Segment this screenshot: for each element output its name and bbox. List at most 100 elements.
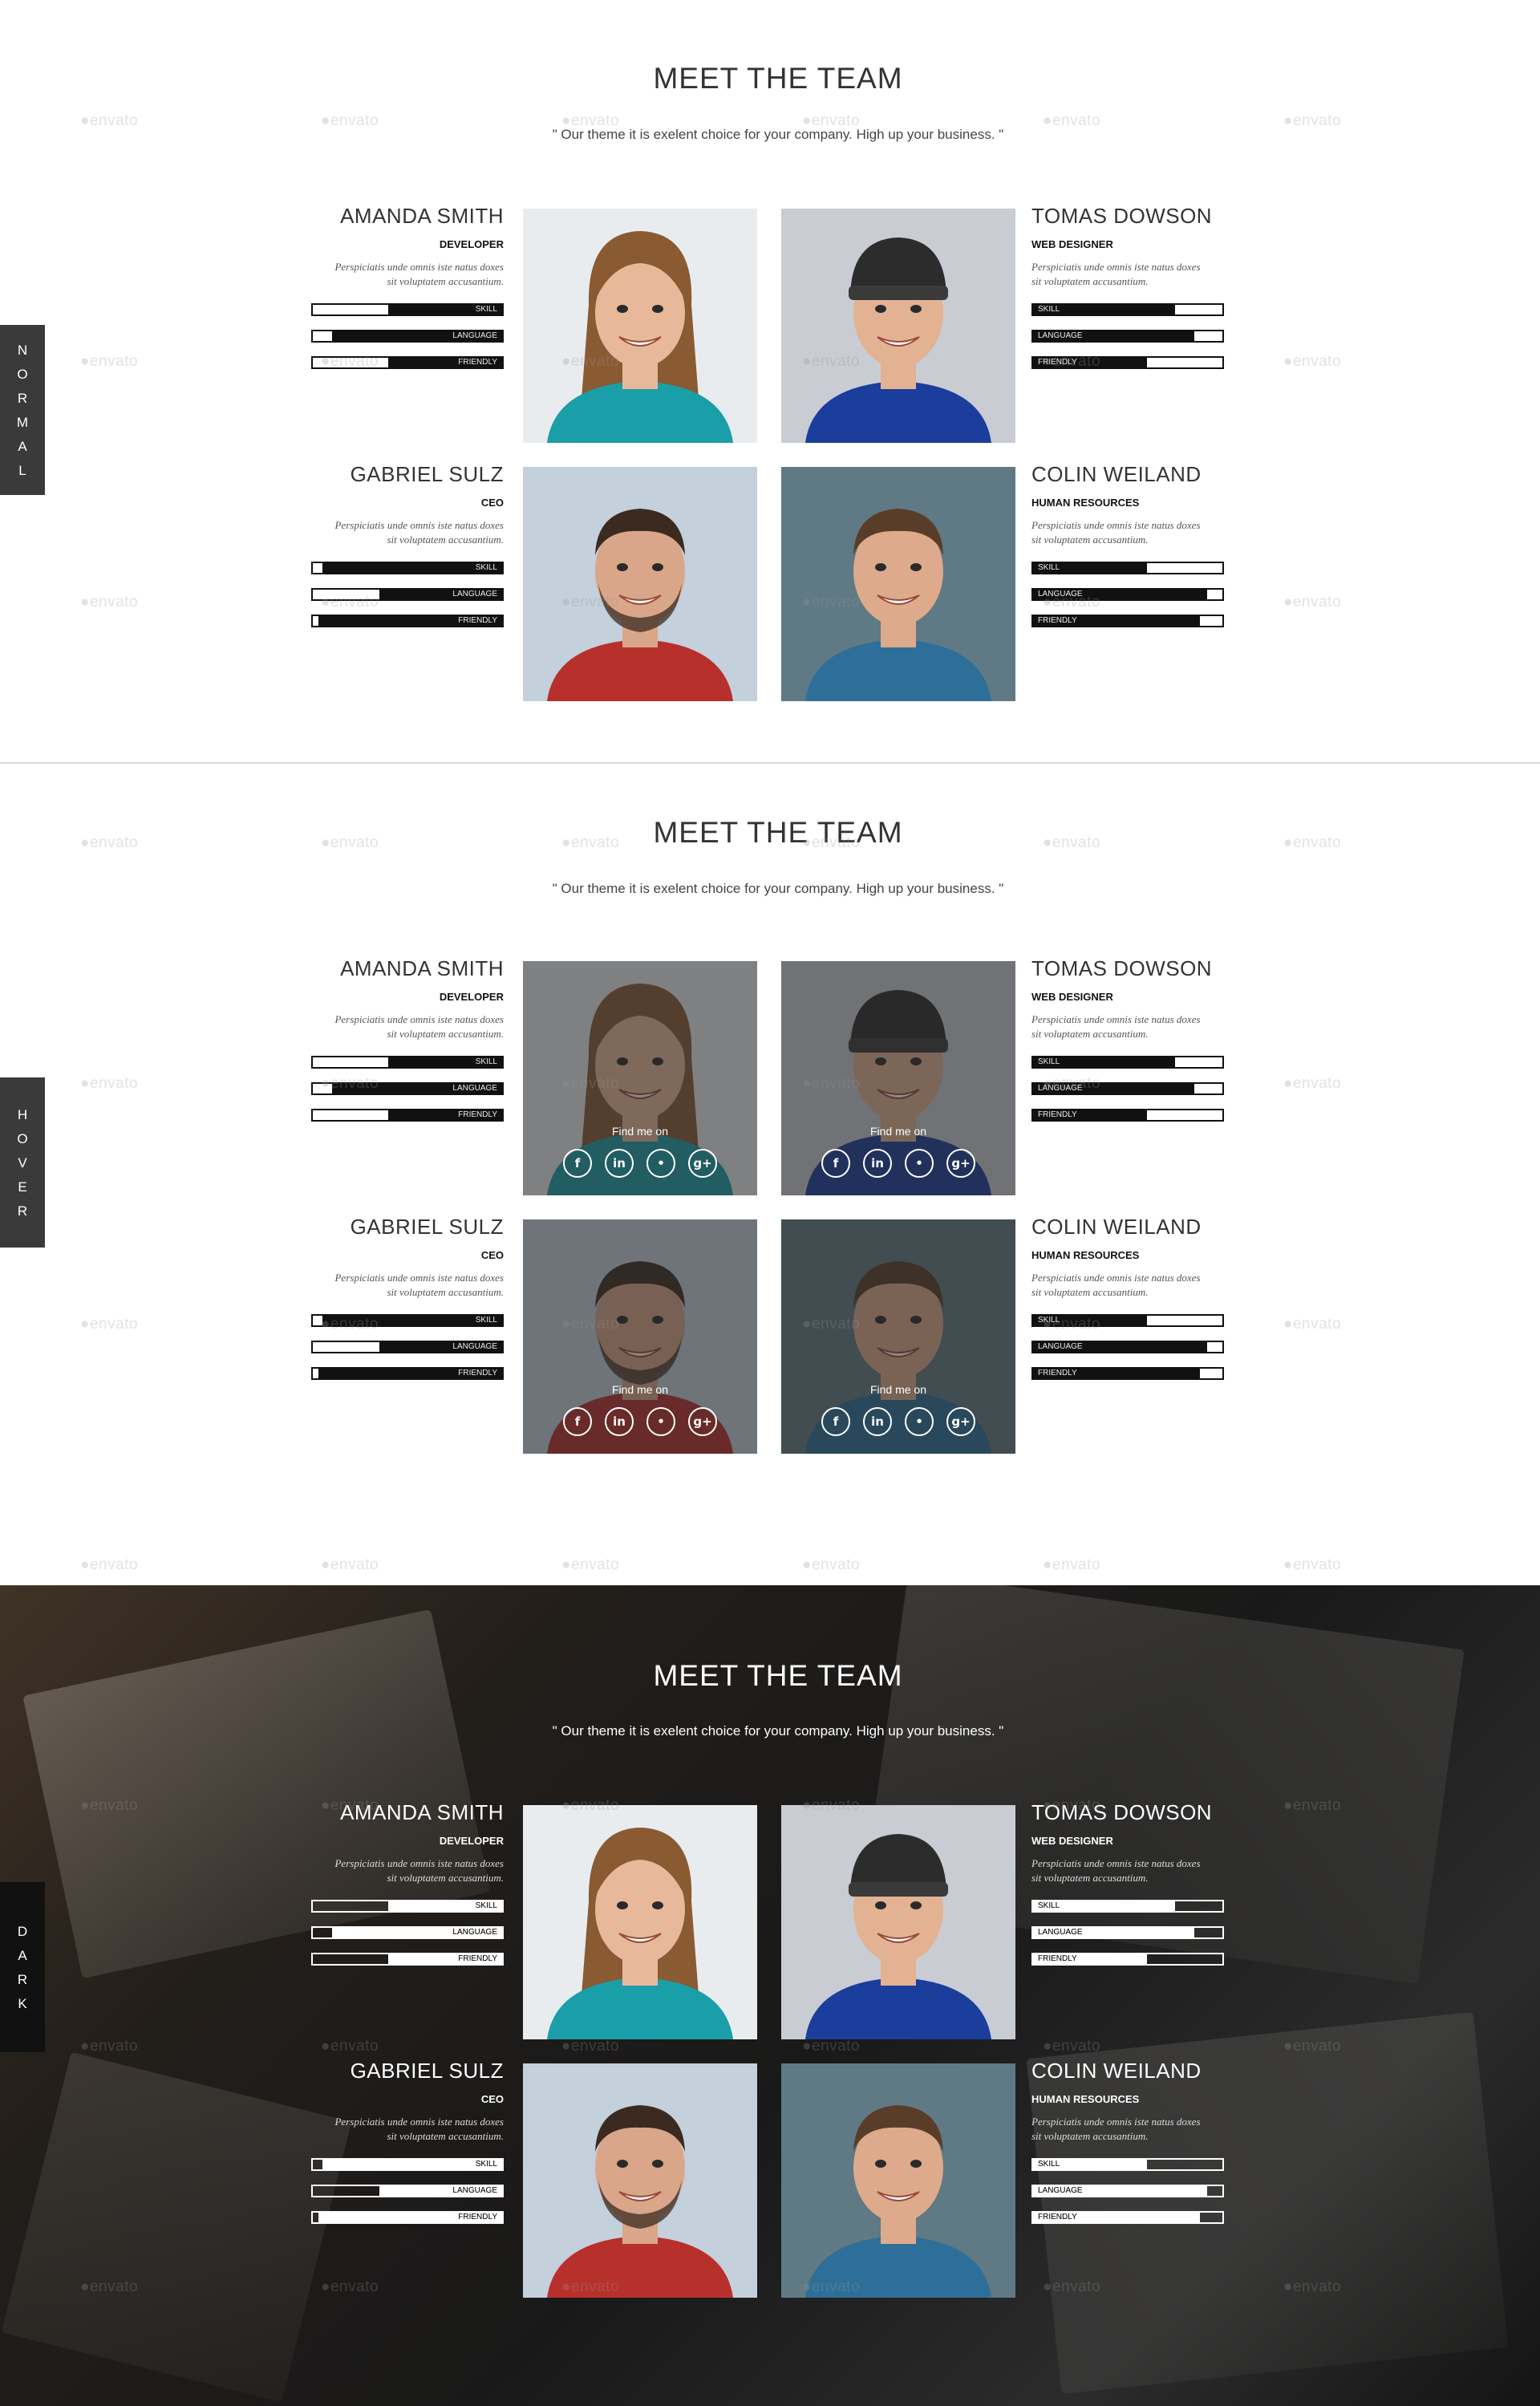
social-links: f in • g+	[821, 1407, 975, 1436]
skill-bar-label: FRIENDLY	[1038, 616, 1077, 625]
skill-bar-language: LANGUAGE	[311, 330, 504, 343]
skill-bar-friendly: FRIENDLY	[1031, 356, 1224, 369]
member-description: Perspiciatis unde omnis iste natus doxes…	[1031, 1857, 1201, 1884]
member-info: COLIN WEILAND HUMAN RESOURCES Perspiciat…	[1031, 1215, 1224, 1394]
skill-bars: SKILL LANGUAGE FRIENDLY	[1031, 1056, 1224, 1122]
member-name: GABRIEL SULZ	[350, 1215, 504, 1239]
tab-letter: A	[18, 1947, 27, 1963]
skill-bar-label: FRIENDLY	[1038, 358, 1077, 367]
skill-bar-label: LANGUAGE	[452, 1342, 497, 1351]
google-plus-icon[interactable]: g+	[688, 1407, 717, 1436]
skill-bar-label: FRIENDLY	[458, 1110, 497, 1119]
member-role: CEO	[480, 497, 504, 509]
portrait-illustration	[523, 209, 757, 443]
skill-bar-label: LANGUAGE	[452, 1928, 497, 1937]
skill-bar-skill: SKILL	[1031, 562, 1224, 574]
member-photo	[523, 209, 757, 443]
skill-bar-label: LANGUAGE	[1038, 2186, 1083, 2195]
member-name: COLIN WEILAND	[1031, 2059, 1202, 2083]
photo-hover-overlay: Find me on f in • g+	[781, 961, 1015, 1195]
member-role: HUMAN RESOURCES	[1031, 1249, 1140, 1261]
skill-bar-skill: SKILL	[311, 562, 504, 574]
skill-bar-skill: SKILL	[1031, 1314, 1224, 1327]
skill-bar-skill: SKILL	[1031, 1056, 1224, 1069]
tab-dark[interactable]: DARK	[0, 1882, 45, 2052]
tab-letter: V	[18, 1154, 27, 1171]
skill-bar-label: SKILL	[475, 1901, 497, 1910]
tab-letter: H	[17, 1106, 28, 1122]
member-photo	[523, 2063, 757, 2298]
member-role: HUMAN RESOURCES	[1031, 497, 1140, 509]
skill-bars: SKILL LANGUAGE FRIENDLY	[1031, 1314, 1224, 1380]
skill-bar-label: FRIENDLY	[458, 1369, 497, 1377]
tab-normal[interactable]: NORMAL	[0, 325, 45, 495]
skill-bar-label: LANGUAGE	[452, 1084, 497, 1093]
section-title: MEET THE TEAM	[653, 1659, 903, 1692]
tab-letter: N	[17, 342, 28, 358]
skill-bar-label: SKILL	[1038, 1901, 1060, 1910]
skill-bar-label: LANGUAGE	[452, 2186, 497, 2195]
member-photo[interactable]: Find me on f in • g+	[781, 1219, 1015, 1454]
tab-hover[interactable]: HOVER	[0, 1077, 45, 1248]
skill-bars: SKILL LANGUAGE FRIENDLY	[311, 562, 504, 627]
linkedin-icon[interactable]: in	[605, 1149, 634, 1178]
section-dark: MEET THE TEAM " Our theme it is exelent …	[0, 1585, 1540, 2406]
linkedin-icon[interactable]: in	[605, 1407, 634, 1436]
skill-bar-label: SKILL	[1038, 2160, 1060, 2169]
member-info: AMANDA SMITH DEVELOPER Perspiciatis unde…	[311, 1800, 504, 1979]
skill-bar-label: SKILL	[475, 1057, 497, 1066]
twitter-icon[interactable]: •	[646, 1407, 675, 1436]
facebook-icon[interactable]: f	[563, 1407, 592, 1436]
google-plus-icon[interactable]: g+	[946, 1149, 975, 1178]
tab-letter: R	[17, 390, 28, 406]
skill-bar-label: FRIENDLY	[1038, 1954, 1077, 1963]
section-title: MEET THE TEAM	[653, 816, 903, 849]
skill-bar-skill: SKILL	[1031, 2158, 1224, 2171]
member-photo[interactable]: Find me on f in • g+	[781, 961, 1015, 1195]
photo-hover-overlay: Find me on f in • g+	[523, 1219, 757, 1454]
google-plus-icon[interactable]: g+	[688, 1149, 717, 1178]
member-role: DEVELOPER	[439, 991, 504, 1003]
skill-bars: SKILL LANGUAGE FRIENDLY	[311, 1900, 504, 1966]
member-description: Perspiciatis unde omnis iste natus doxes…	[1031, 519, 1201, 546]
skill-bar-friendly: FRIENDLY	[1031, 2211, 1224, 2224]
member-description: Perspiciatis unde omnis iste natus doxes…	[334, 1013, 504, 1040]
skill-bar-skill: SKILL	[311, 303, 504, 316]
linkedin-icon[interactable]: in	[863, 1407, 892, 1436]
member-info: AMANDA SMITH DEVELOPER Perspiciatis unde…	[311, 204, 504, 383]
facebook-icon[interactable]: f	[821, 1149, 850, 1178]
tab-letter: R	[17, 1971, 28, 1987]
facebook-icon[interactable]: f	[821, 1407, 850, 1436]
member-role: DEVELOPER	[439, 1835, 504, 1847]
section-hover: MEET THE TEAM " Our theme it is exelent …	[0, 764, 1540, 1585]
skill-bar-language: LANGUAGE	[311, 1341, 504, 1353]
member-name: AMANDA SMITH	[340, 1800, 504, 1824]
tab-letter: R	[17, 1203, 28, 1219]
skill-bar-label: SKILL	[475, 305, 497, 314]
section-subtitle: " Our theme it is exelent choice for you…	[552, 881, 1004, 896]
facebook-icon[interactable]: f	[563, 1149, 592, 1178]
skill-bar-skill: SKILL	[311, 1056, 504, 1069]
skill-bars: SKILL LANGUAGE FRIENDLY	[1031, 303, 1224, 369]
member-name: TOMAS DOWSON	[1031, 1800, 1213, 1824]
member-info: AMANDA SMITH DEVELOPER Perspiciatis unde…	[311, 956, 504, 1135]
skill-bar-label: FRIENDLY	[458, 2213, 497, 2221]
linkedin-icon[interactable]: in	[863, 1149, 892, 1178]
member-photo[interactable]: Find me on f in • g+	[523, 961, 757, 1195]
skill-bar-language: LANGUAGE	[1031, 2185, 1224, 2197]
skill-bar-language: LANGUAGE	[1031, 588, 1224, 601]
twitter-icon[interactable]: •	[905, 1149, 934, 1178]
portrait-illustration	[523, 1805, 757, 2039]
member-role: HUMAN RESOURCES	[1031, 2093, 1140, 2105]
twitter-icon[interactable]: •	[646, 1149, 675, 1178]
skill-bar-language: LANGUAGE	[311, 1926, 504, 1939]
twitter-icon[interactable]: •	[905, 1407, 934, 1436]
find-me-label: Find me on	[611, 1125, 669, 1138]
member-photo[interactable]: Find me on f in • g+	[523, 1219, 757, 1454]
google-plus-icon[interactable]: g+	[946, 1407, 975, 1436]
skill-bars: SKILL LANGUAGE FRIENDLY	[311, 303, 504, 369]
member-description: Perspiciatis unde omnis iste natus doxes…	[334, 261, 504, 287]
skill-bar-friendly: FRIENDLY	[1031, 1109, 1224, 1122]
member-name: TOMAS DOWSON	[1031, 956, 1213, 980]
background-magazine	[1, 2051, 352, 2403]
